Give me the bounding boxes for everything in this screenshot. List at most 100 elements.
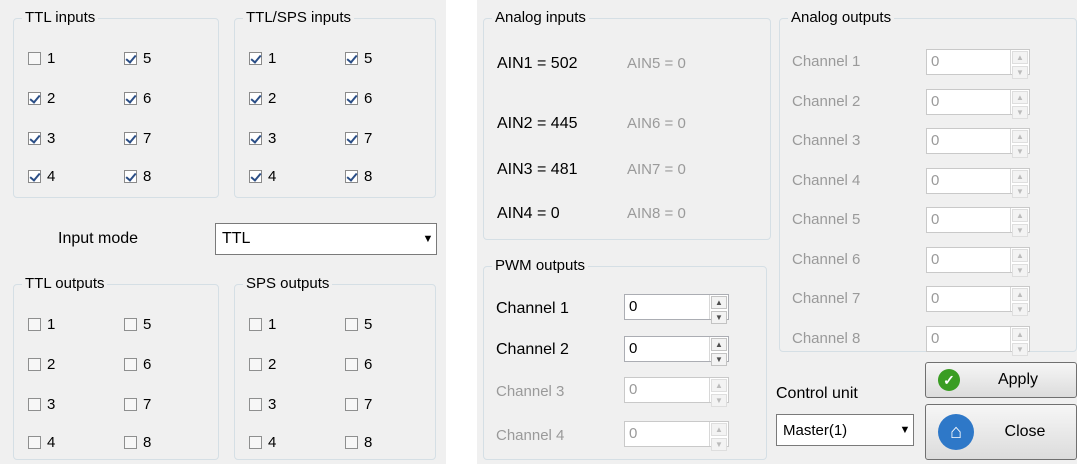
checkbox-item[interactable]: 5 [345,315,372,333]
checkbox-checked[interactable] [28,131,41,145]
checkbox-checked[interactable] [345,131,358,145]
spin-down-icon: ▼ [711,438,727,451]
control-unit-select[interactable]: Master(1) ▼ [776,414,914,446]
checkbox-checked[interactable] [249,169,262,183]
checkbox-item[interactable]: 4 [28,167,55,185]
analog-output-spinner: 0 ▲ ▼ [926,167,1030,198]
checkbox-checked[interactable] [249,51,262,65]
checkbox-checked[interactable] [124,169,137,183]
apply-button[interactable]: ✓ Apply [925,362,1077,398]
analog-inputs-group: Analog inputs AIN1 = 502 AIN5 = 0 AIN2 =… [483,9,771,240]
spin-up-icon[interactable]: ▲ [711,296,727,309]
checkbox-item[interactable]: 3 [28,395,55,413]
checkbox-unchecked[interactable] [124,435,137,449]
ttl-sps-inputs-group: TTL/SPS inputs 1 5 2 6 3 7 4 8 [234,9,436,198]
spinner-value: 0 [629,381,638,398]
checkbox-unchecked[interactable] [28,435,41,449]
checkbox-item[interactable]: 2 [28,89,55,107]
checkbox-label: 7 [364,395,373,413]
home-icon: ⌂ [938,414,974,450]
checkbox-checked[interactable] [28,91,41,105]
input-mode-select[interactable]: TTL ▼ [215,223,437,255]
checkbox-item[interactable]: 1 [249,315,276,333]
checkbox-item[interactable]: 5 [124,315,151,333]
checkbox-unchecked[interactable] [249,435,262,449]
checkbox-item[interactable]: 4 [28,433,55,451]
spin-up-icon[interactable]: ▲ [711,338,727,351]
checkbox-unchecked[interactable] [345,397,358,411]
checkbox-item[interactable]: 3 [28,129,55,147]
checkbox-label: 6 [364,355,373,373]
checkbox-item[interactable]: 6 [345,89,372,107]
checkbox-item[interactable]: 3 [249,129,276,147]
checkbox-unchecked[interactable] [345,317,358,331]
checkbox-item[interactable]: 4 [249,433,276,451]
right-panel: Analog inputs AIN1 = 502 AIN5 = 0 AIN2 =… [477,0,1077,464]
checkbox-label: 5 [143,49,152,67]
analog-output-channel-label: Channel 4 [792,171,861,189]
checkbox-item[interactable]: 8 [345,167,372,185]
control-unit-value: Master(1) [783,421,848,439]
checkbox-item[interactable]: 6 [345,355,372,373]
checkbox-item[interactable]: 8 [345,433,372,451]
checkbox-item[interactable]: 1 [249,49,276,67]
checkbox-item[interactable]: 2 [249,355,276,373]
checkbox-unchecked[interactable] [28,357,41,371]
checkbox-checked[interactable] [345,91,358,105]
checkbox-checked[interactable] [124,51,137,65]
checkbox-label: 7 [364,129,373,147]
checkbox-checked[interactable] [249,91,262,105]
checkbox-label: 8 [143,167,152,185]
checkbox-checked[interactable] [345,51,358,65]
spin-down-icon: ▼ [711,394,727,407]
checkbox-unchecked[interactable] [28,317,41,331]
spinner-value: 0 [931,92,940,110]
checkbox-item[interactable]: 1 [28,315,55,333]
checkbox-item[interactable]: 5 [124,49,151,67]
spin-up-icon: ▲ [1012,248,1028,262]
checkbox-item[interactable]: 6 [124,355,151,373]
checkbox-item[interactable]: 7 [345,129,372,147]
checkbox-unchecked[interactable] [249,317,262,331]
checkbox-item[interactable]: 5 [345,49,372,67]
pwm-channel-spinner[interactable]: 0 ▲ ▼ [624,336,729,366]
ain-value-dim: AIN7 = 0 [627,161,686,178]
checkbox-item[interactable]: 3 [249,395,276,413]
checkbox-checked[interactable] [124,131,137,145]
checkbox-label: 4 [268,433,277,451]
left-panel: TTL inputs 1 5 2 6 3 7 4 8 TTL/SPS inputs 1 5 2 6 3… [0,0,446,464]
checkbox-checked[interactable] [345,169,358,183]
checkbox-label: 6 [364,89,373,107]
ttl-sps-inputs-title: TTL/SPS inputs [243,9,355,27]
spin-down-icon[interactable]: ▼ [711,353,727,366]
analog-output-spinner: 0 ▲ ▼ [926,88,1030,119]
checkbox-unchecked[interactable] [124,397,137,411]
checkbox-item[interactable]: 1 [28,49,55,67]
checkbox-item[interactable]: 8 [124,167,151,185]
checkbox-label: 1 [47,49,56,67]
checkbox-item[interactable]: 4 [249,167,276,185]
checkbox-label: 8 [143,433,152,451]
checkbox-unchecked[interactable] [28,397,41,411]
checkbox-item[interactable]: 7 [124,129,151,147]
checkbox-item[interactable]: 2 [28,355,55,373]
checkbox-item[interactable]: 2 [249,89,276,107]
pwm-channel-spinner[interactable]: 0 ▲ ▼ [624,294,729,324]
checkbox-checked[interactable] [124,91,137,105]
checkbox-unchecked[interactable] [124,317,137,331]
checkbox-unchecked[interactable] [124,357,137,371]
close-button[interactable]: ⌂ Close [925,404,1077,460]
checkbox-item[interactable]: 7 [124,395,151,413]
checkbox-unchecked[interactable] [345,435,358,449]
checkbox-label: 4 [268,167,277,185]
checkbox-unchecked[interactable] [345,357,358,371]
spin-down-icon[interactable]: ▼ [711,311,727,324]
checkbox-item[interactable]: 8 [124,433,151,451]
checkbox-unchecked[interactable] [249,357,262,371]
checkbox-unchecked[interactable] [249,397,262,411]
checkbox-checked[interactable] [249,131,262,145]
checkbox-item[interactable]: 6 [124,89,151,107]
checkbox-checked[interactable] [28,169,41,183]
checkbox-item[interactable]: 7 [345,395,372,413]
checkbox-unchecked[interactable] [28,51,41,65]
